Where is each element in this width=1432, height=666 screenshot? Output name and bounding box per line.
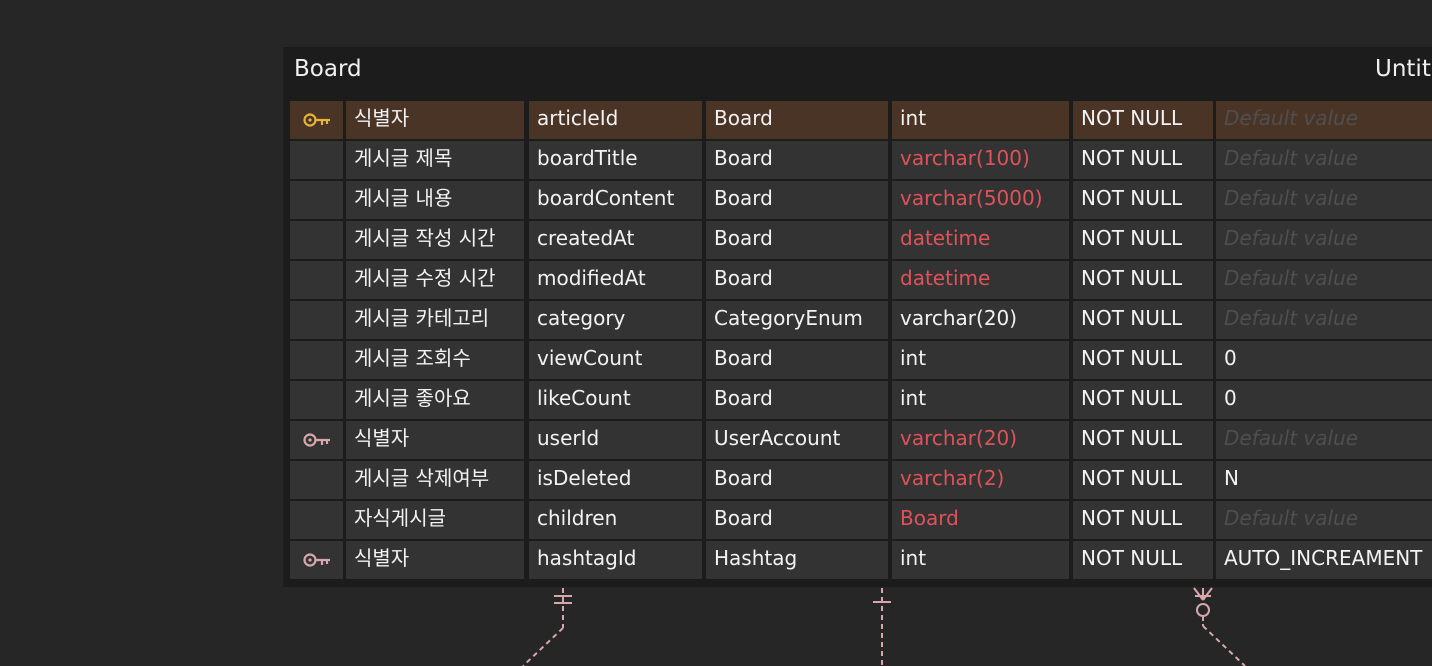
erd-canvas[interactable]: Board Untitled 식별자articleIdBoardintNOT N… <box>0 0 1432 666</box>
relationship-lines <box>522 587 1246 666</box>
relationship-one-and-only-one[interactable] <box>522 588 572 666</box>
relationship-zero-or-many[interactable] <box>1193 587 1246 666</box>
relationship-one[interactable] <box>873 588 891 666</box>
